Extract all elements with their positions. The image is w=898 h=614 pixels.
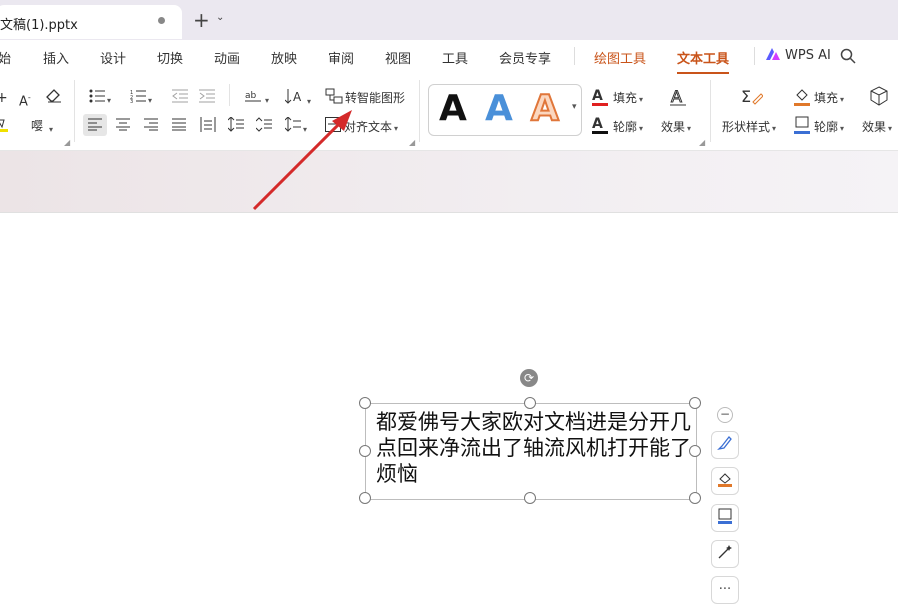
annotation-arrow — [252, 110, 352, 211]
